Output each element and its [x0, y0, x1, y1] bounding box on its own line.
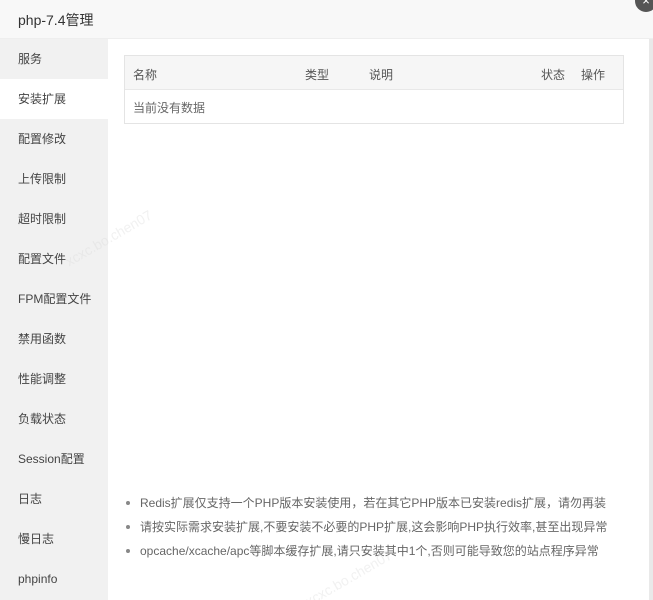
sidebar-item-session-config[interactable]: Session配置 — [0, 439, 108, 479]
column-header-name: 名称 — [133, 68, 158, 82]
sidebar-item-config-file[interactable]: 配置文件 — [0, 239, 108, 279]
extensions-table: 名称 类型 说明 状态 操作 当前没有数据 — [124, 55, 624, 124]
sidebar-item-install-extension[interactable]: 安装扩展 — [0, 79, 108, 119]
sidebar-item-slow-log[interactable]: 慢日志 — [0, 519, 108, 559]
sidebar-item-fpm-config-file[interactable]: FPM配置文件 — [0, 279, 108, 319]
main-panel: 名称 类型 说明 状态 操作 当前没有数据 Redis扩展仅支持一个PHP版本安… — [108, 39, 653, 600]
column-header-desc: 说明 — [369, 68, 394, 82]
list-item: 请按实际需求安装扩展,不要安装不必要的PHP扩展,这会影响PHP执行效率,甚至出… — [126, 515, 653, 539]
sidebar-item-config-modify[interactable]: 配置修改 — [0, 119, 108, 159]
table-header: 名称 类型 说明 状态 操作 — [125, 56, 623, 90]
tip-text: 请按实际需求安装扩展,不要安装不必要的PHP扩展,这会影响PHP执行效率,甚至出… — [140, 520, 608, 534]
dialog-titlebar: php-7.4管理 × — [0, 0, 653, 39]
tip-text: opcache/xcache/apc等脚本缓存扩展,请只安装其中1个,否则可能导… — [140, 544, 599, 558]
list-item: opcache/xcache/apc等脚本缓存扩展,请只安装其中1个,否则可能导… — [126, 539, 653, 563]
tip-text: Redis扩展仅支持一个PHP版本安装使用，若在其它PHP版本已安装redis扩… — [140, 496, 607, 510]
sidebar-item-phpinfo[interactable]: phpinfo — [0, 559, 108, 599]
bullet-icon — [126, 525, 130, 529]
sidebar-item-log[interactable]: 日志 — [0, 479, 108, 519]
right-edge-border — [649, 39, 653, 600]
bullet-icon — [126, 549, 130, 553]
table-empty-message: 当前没有数据 — [133, 101, 206, 115]
sidebar-item-timeout-limit[interactable]: 超时限制 — [0, 199, 108, 239]
php-manager-dialog: php-7.4管理 × 服务 安装扩展 配置修改 上传限制 超时限制 配置文件 … — [0, 0, 653, 600]
sidebar: 服务 安装扩展 配置修改 上传限制 超时限制 配置文件 FPM配置文件 禁用函数… — [0, 39, 108, 600]
sidebar-item-load-status[interactable]: 负载状态 — [0, 399, 108, 439]
dialog-title: php-7.4管理 — [18, 12, 94, 28]
column-header-status: 状态 — [541, 68, 566, 82]
list-item: Redis扩展仅支持一个PHP版本安装使用，若在其它PHP版本已安装redis扩… — [126, 491, 653, 515]
column-header-action: 操作 — [581, 68, 606, 82]
sidebar-item-upload-limit[interactable]: 上传限制 — [0, 159, 108, 199]
close-icon[interactable]: × — [635, 0, 653, 12]
sidebar-item-service[interactable]: 服务 — [0, 39, 108, 79]
tips-list: Redis扩展仅支持一个PHP版本安装使用，若在其它PHP版本已安装redis扩… — [124, 491, 653, 563]
sidebar-item-disabled-functions[interactable]: 禁用函数 — [0, 319, 108, 359]
bullet-icon — [126, 501, 130, 505]
sidebar-item-performance-tuning[interactable]: 性能调整 — [0, 359, 108, 399]
column-header-type: 类型 — [305, 68, 330, 82]
